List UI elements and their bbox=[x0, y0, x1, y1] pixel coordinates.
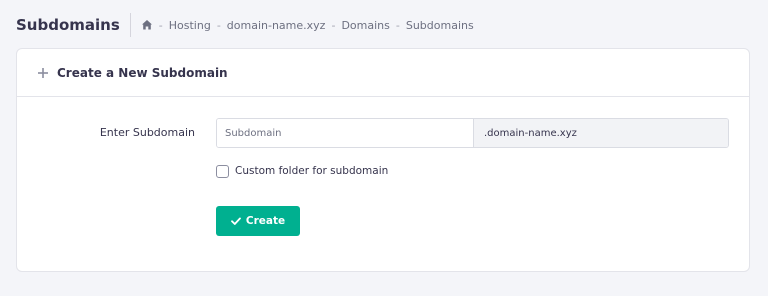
custom-folder-label[interactable]: Custom folder for subdomain bbox=[235, 165, 388, 177]
breadcrumb-separator: - bbox=[395, 18, 400, 32]
home-icon[interactable] bbox=[141, 19, 153, 31]
card-header[interactable]: Create a New Subdomain bbox=[17, 49, 749, 97]
breadcrumb-subdomains: Subdomains bbox=[405, 18, 474, 32]
create-subdomain-card: Create a New Subdomain Enter Subdomain .… bbox=[16, 48, 750, 272]
page-header: Subdomains - Hosting - domain-name.xyz -… bbox=[16, 12, 752, 38]
breadcrumb-domain[interactable]: domain-name.xyz bbox=[227, 19, 326, 32]
page-title: Subdomains bbox=[16, 13, 131, 37]
breadcrumb-separator: - bbox=[216, 18, 221, 32]
custom-folder-checkbox[interactable] bbox=[216, 164, 229, 178]
breadcrumb-separator: - bbox=[158, 18, 163, 32]
breadcrumb-separator: - bbox=[331, 18, 336, 32]
domain-suffix: .domain-name.xyz bbox=[474, 119, 728, 147]
custom-folder-option[interactable]: Custom folder for subdomain bbox=[216, 163, 388, 179]
subdomain-input[interactable] bbox=[217, 119, 474, 147]
card-title: Create a New Subdomain bbox=[57, 65, 228, 80]
create-button[interactable]: Create bbox=[216, 206, 300, 236]
check-icon bbox=[230, 216, 241, 226]
breadcrumb-hosting[interactable]: Hosting bbox=[169, 19, 211, 32]
create-button-label: Create bbox=[245, 215, 286, 227]
breadcrumb: - Hosting - domain-name.xyz - Domains - … bbox=[141, 19, 474, 32]
plus-icon bbox=[37, 67, 49, 79]
subdomain-label: Enter Subdomain bbox=[99, 126, 195, 139]
breadcrumb-domains[interactable]: Domains bbox=[341, 19, 389, 32]
subdomain-input-group: .domain-name.xyz bbox=[216, 118, 729, 148]
